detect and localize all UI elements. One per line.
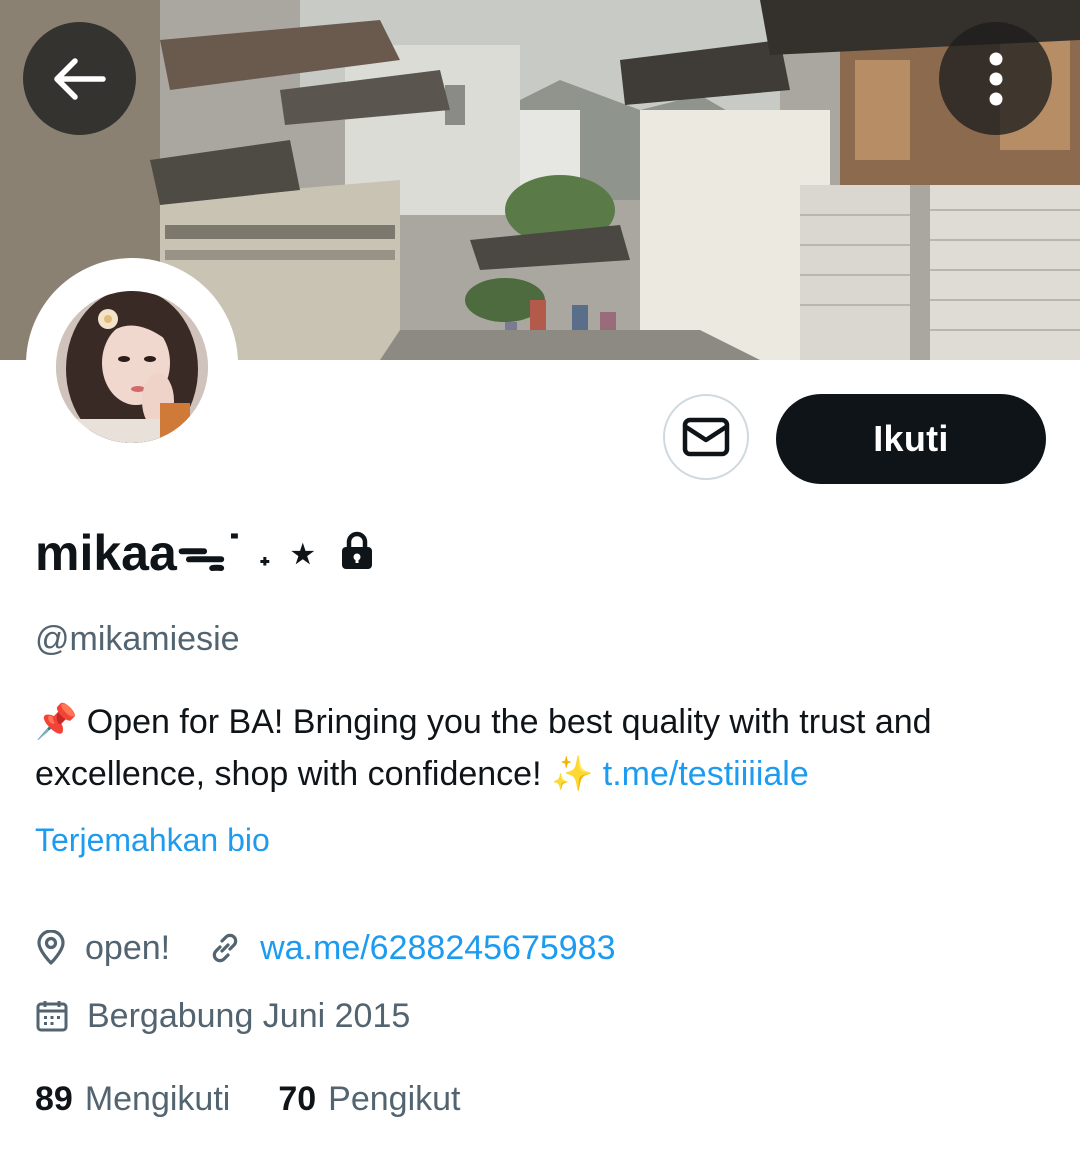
following-label: Mengikuti	[84, 1079, 231, 1118]
profile-bio: 📌 Open for BA! Bringing you the best qua…	[35, 696, 1045, 800]
location-pin-icon	[35, 930, 67, 966]
message-button[interactable]	[663, 394, 749, 480]
envelope-icon	[682, 417, 730, 457]
more-options-button[interactable]	[939, 22, 1052, 135]
more-vertical-icon	[989, 52, 1002, 105]
display-name: mikaaᯓ˙ ˖ ⋆	[35, 525, 319, 581]
follow-stats: 89 Mengikuti 70 Pengikut	[35, 1074, 461, 1124]
following-count: 89	[35, 1079, 73, 1118]
followers-stat[interactable]: 70 Pengikut	[278, 1080, 460, 1119]
sparkles-icon: ✨	[550, 754, 594, 794]
followers-count: 70	[278, 1079, 317, 1118]
link-icon	[208, 931, 242, 965]
translate-bio-link[interactable]: Terjemahkan bio	[35, 822, 270, 859]
calendar-icon	[35, 999, 69, 1033]
back-button[interactable]	[23, 22, 136, 135]
profile-meta-row: open! wa.me/6288245675983	[35, 922, 616, 974]
lock-icon	[340, 531, 374, 571]
profile-name-row: mikaaᯓ˙ ˖ ⋆	[35, 516, 374, 586]
joined-date-text: Bergabung Juni 2015	[87, 996, 411, 1035]
profile-handle: @mikamiesie	[35, 620, 240, 658]
pushpin-icon: 📌	[35, 702, 78, 742]
avatar[interactable]	[26, 258, 238, 470]
website-link[interactable]: wa.me/6288245675983	[260, 929, 615, 968]
location-text: open!	[85, 928, 171, 967]
following-stat[interactable]: 89 Mengikuti	[35, 1080, 230, 1119]
arrow-left-icon	[53, 57, 106, 100]
follow-button[interactable]: Ikuti	[776, 394, 1046, 484]
avatar-image	[56, 291, 208, 443]
bio-link[interactable]: t.me/testiiiiale	[603, 755, 809, 793]
followers-label: Pengikut	[328, 1079, 461, 1118]
joined-row: Bergabung Juni 2015	[35, 990, 410, 1042]
